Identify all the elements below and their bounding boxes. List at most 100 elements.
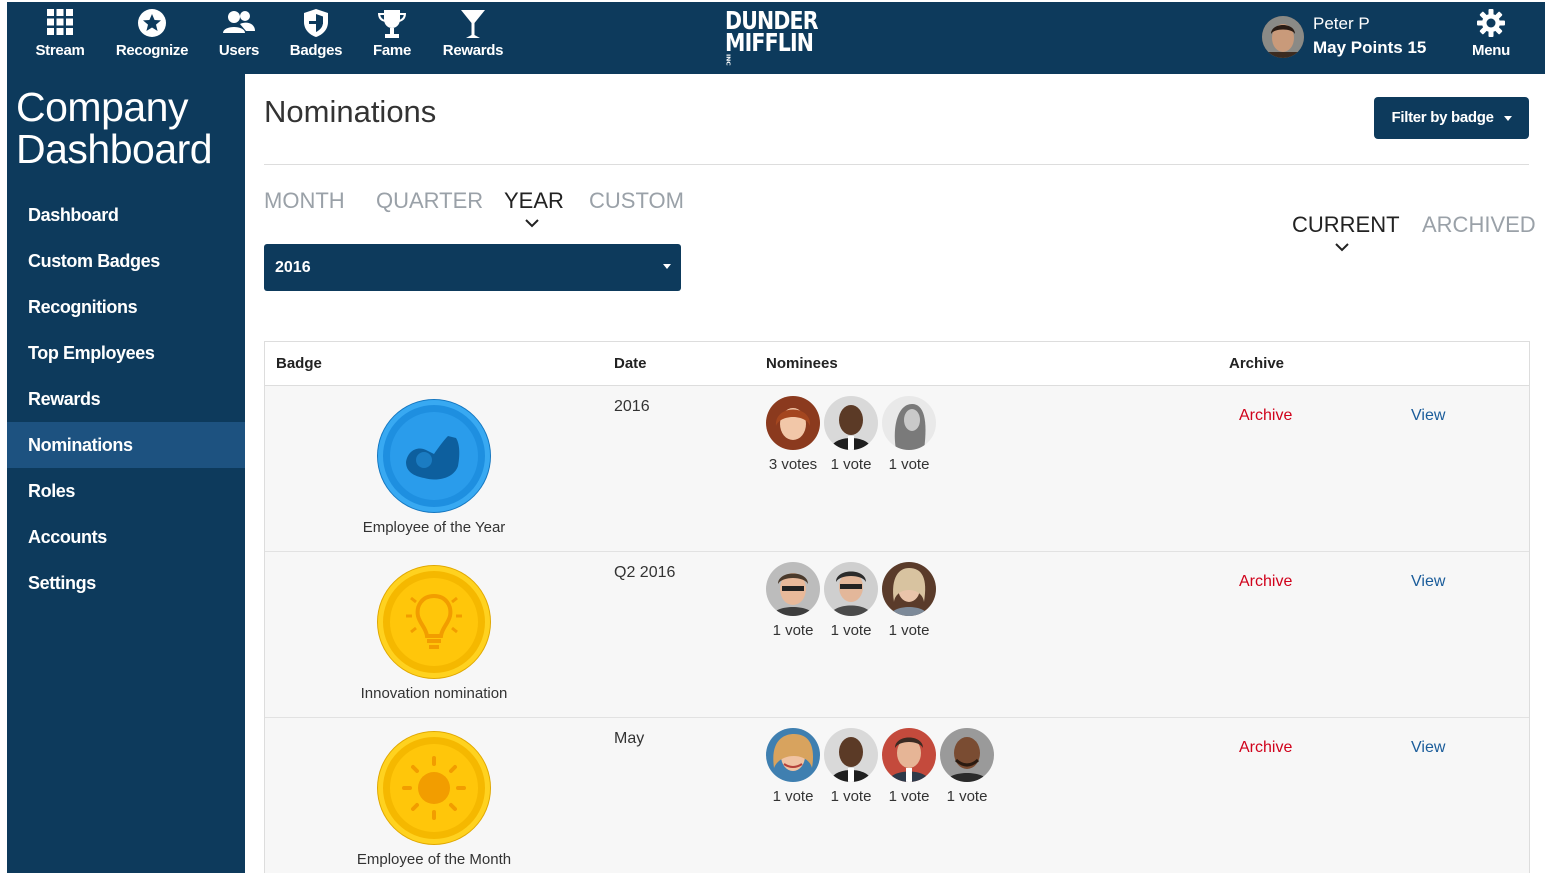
nav-fame[interactable]: Fame xyxy=(371,8,413,59)
nav-fame-label: Fame xyxy=(373,42,411,59)
sidebar-item-dashboard[interactable]: Dashboard xyxy=(7,192,245,238)
nav-menu[interactable]: Menu xyxy=(1466,8,1516,59)
vote-count: 1 vote xyxy=(830,622,872,639)
cocktail-icon xyxy=(441,8,505,42)
archive-link[interactable]: Archive xyxy=(1239,407,1292,425)
nav-stream[interactable]: Stream xyxy=(35,8,85,59)
column-header-badge: Badge xyxy=(276,355,322,372)
sidebar-item-rewards[interactable]: Rewards xyxy=(7,376,245,422)
view-link[interactable]: View xyxy=(1411,407,1445,425)
nomination-date: Q2 2016 xyxy=(614,564,676,581)
column-header-date: Date xyxy=(614,355,647,372)
table-header: Badge Date Nominees Archive xyxy=(265,342,1529,386)
filter-by-badge-button[interactable]: Filter by badge xyxy=(1374,97,1529,139)
year-select[interactable]: 2016 xyxy=(264,244,681,291)
tab-month[interactable]: MONTH xyxy=(264,188,345,214)
vote-count: 3 votes xyxy=(768,456,818,473)
logo-line-2: MIFFLININC xyxy=(725,28,814,66)
tab-year[interactable]: YEAR xyxy=(504,188,564,214)
chevron-down-icon xyxy=(525,219,539,228)
nominee[interactable]: 1 vote xyxy=(823,728,879,805)
vote-count: 1 vote xyxy=(772,622,814,639)
view-link[interactable]: View xyxy=(1411,573,1445,591)
sidebar-item-nominations[interactable]: Nominations xyxy=(7,422,245,468)
tab-current[interactable]: CURRENT xyxy=(1292,212,1400,238)
vote-count: 1 vote xyxy=(830,788,872,805)
table-row: Employee of the Month May 1 vote 1 vote … xyxy=(265,718,1529,873)
nomination-date: May xyxy=(614,730,645,747)
sidebar-item-top-employees[interactable]: Top Employees xyxy=(7,330,245,376)
nominee[interactable]: 1 vote xyxy=(823,562,879,639)
sidebar-item-custom-badges[interactable]: Custom Badges xyxy=(7,238,245,284)
logo-mark: INC xyxy=(725,54,731,66)
nominee[interactable]: 1 vote xyxy=(939,728,995,805)
sidebar-item-recognitions[interactable]: Recognitions xyxy=(7,284,245,330)
nominee[interactable]: 1 vote xyxy=(881,728,937,805)
nav-users[interactable]: Users xyxy=(216,8,262,59)
sun-icon[interactable] xyxy=(378,732,490,844)
vote-count: 1 vote xyxy=(888,622,930,639)
avatar xyxy=(882,562,936,616)
sidebar-title-line-2: Dashboard xyxy=(16,126,213,172)
nav-users-label: Users xyxy=(218,42,260,59)
sidebar-title-line-1: Company xyxy=(16,84,188,130)
archive-link[interactable]: Archive xyxy=(1239,739,1292,757)
chevron-down-icon xyxy=(1335,243,1349,252)
app-window: Stream Recognize Users Badges Fame Rewar… xyxy=(7,2,1545,873)
vote-count: 1 vote xyxy=(772,788,814,805)
grid-icon xyxy=(35,8,85,42)
vote-count: 1 vote xyxy=(888,788,930,805)
vote-count: 1 vote xyxy=(946,788,988,805)
nominee[interactable]: 3 votes xyxy=(765,396,821,473)
nominee[interactable]: 1 vote xyxy=(881,562,937,639)
sidebar: Company Dashboard Dashboard Custom Badge… xyxy=(7,74,245,873)
tab-custom[interactable]: CUSTOM xyxy=(589,188,684,214)
year-select-value: 2016 xyxy=(275,259,311,276)
user-points: May Points 15 xyxy=(1313,38,1427,57)
nomination-date: 2016 xyxy=(614,398,650,415)
user-avatar[interactable] xyxy=(1262,16,1304,58)
nav-badges[interactable]: Badges xyxy=(289,8,343,59)
tab-archived[interactable]: ARCHIVED xyxy=(1422,212,1536,238)
sidebar-item-roles[interactable]: Roles xyxy=(7,468,245,514)
company-logo[interactable]: DUNDER MIFFLININC xyxy=(725,8,819,76)
column-header-nominees: Nominees xyxy=(766,355,838,372)
tab-quarter[interactable]: QUARTER xyxy=(376,188,483,214)
sidebar-item-accounts[interactable]: Accounts xyxy=(7,514,245,560)
page-title: Nominations xyxy=(264,94,437,129)
nominee[interactable]: 1 vote xyxy=(881,396,937,473)
avatar xyxy=(766,562,820,616)
trophy-icon xyxy=(371,8,413,42)
nav-rewards[interactable]: Rewards xyxy=(441,8,505,59)
shield-icon xyxy=(289,8,343,42)
lightbulb-icon[interactable] xyxy=(378,566,490,678)
badge-name: Employee of the Year xyxy=(362,519,506,536)
nav-stream-label: Stream xyxy=(35,42,85,59)
nominee[interactable]: 1 vote xyxy=(765,728,821,805)
view-link[interactable]: View xyxy=(1411,739,1445,757)
table-row: Innovation nomination Q2 2016 1 vote 1 v… xyxy=(265,552,1529,718)
vote-count: 1 vote xyxy=(830,456,872,473)
nominee[interactable]: 1 vote xyxy=(765,562,821,639)
sidebar-item-settings[interactable]: Settings xyxy=(7,560,245,606)
nominee[interactable]: 1 vote xyxy=(823,396,879,473)
caret-down-icon xyxy=(663,264,671,269)
nav-badges-label: Badges xyxy=(289,42,343,59)
caret-down-icon xyxy=(1503,115,1512,121)
top-navigation-bar: Stream Recognize Users Badges Fame Rewar… xyxy=(7,2,1545,74)
column-header-archive: Archive xyxy=(1229,355,1285,372)
vote-count: 1 vote xyxy=(888,456,930,473)
users-icon xyxy=(216,8,262,42)
filter-by-badge-label: Filter by badge xyxy=(1391,109,1494,126)
table-row: Employee of the Year 2016 3 votes 1 vote… xyxy=(265,386,1529,552)
avatar xyxy=(882,396,936,450)
nav-recognize-label: Recognize xyxy=(115,42,189,59)
gear-icon xyxy=(1466,8,1516,42)
header-divider xyxy=(264,164,1529,165)
avatar xyxy=(766,396,820,450)
flexed-arm-icon[interactable] xyxy=(378,400,490,512)
user-name[interactable]: Peter P xyxy=(1313,14,1370,34)
avatar xyxy=(766,728,820,782)
nav-recognize[interactable]: Recognize xyxy=(115,8,189,59)
archive-link[interactable]: Archive xyxy=(1239,573,1292,591)
